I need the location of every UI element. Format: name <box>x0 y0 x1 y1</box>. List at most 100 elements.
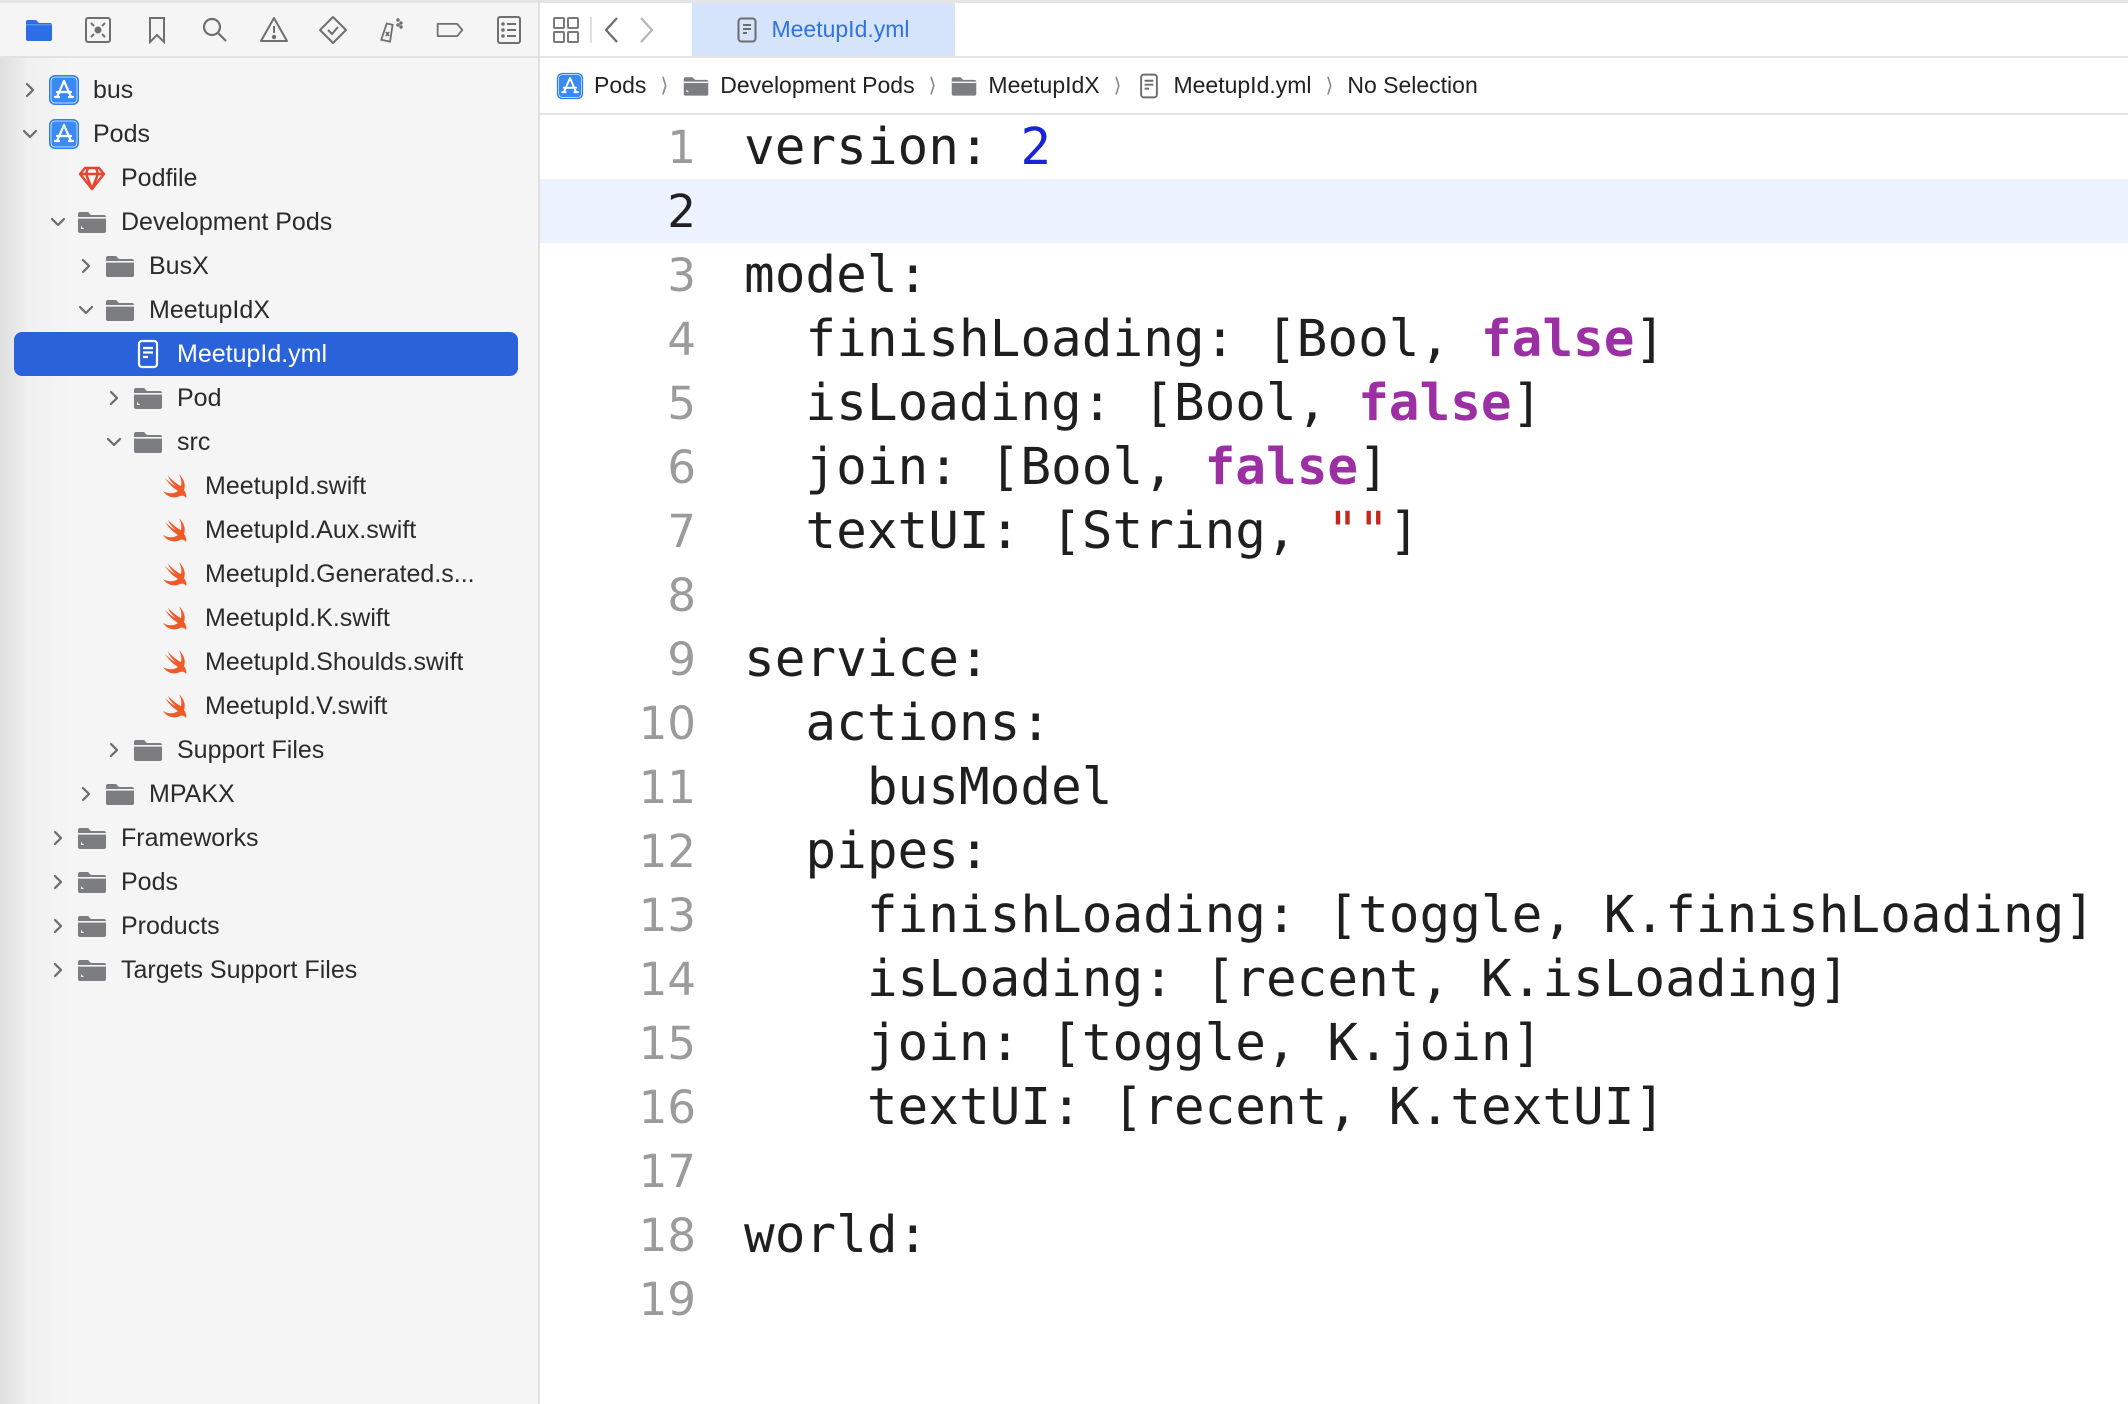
tree-item[interactable]: MPAKX <box>0 772 538 816</box>
tree-item[interactable]: MeetupId.V.swift <box>0 684 538 728</box>
code-line[interactable]: 17 <box>540 1139 2128 1203</box>
disclosure-collapsed-toggle[interactable] <box>48 872 68 892</box>
find-navigator-button[interactable] <box>186 5 245 55</box>
project-navigator-button[interactable] <box>10 5 69 55</box>
code-editor[interactable]: 1 version: 2 2 3 model: 4 finishLoading: [Boo… <box>540 115 2128 1331</box>
swift-icon <box>160 646 192 678</box>
breadcrumb-item[interactable]: Pods <box>556 72 646 100</box>
token: ] <box>1634 309 1666 369</box>
go-forward-button[interactable] <box>636 15 656 45</box>
line-number: 7 <box>667 504 696 558</box>
token: version: <box>744 117 1021 177</box>
go-back-button[interactable] <box>602 15 622 45</box>
breadcrumb-item[interactable]: No Selection <box>1347 72 1477 99</box>
line-number: 6 <box>667 440 696 494</box>
chevron-right-icon <box>81 786 91 802</box>
tree-item[interactable]: Pods <box>0 860 538 904</box>
line-number: 8 <box>667 568 696 622</box>
tree-item[interactable]: MeetupId.K.swift <box>0 596 538 640</box>
disclosure-expanded-toggle[interactable] <box>104 432 124 452</box>
tree-item[interactable]: Support Files <box>0 728 538 772</box>
breadcrumb-item[interactable]: Development Pods <box>682 72 915 100</box>
disclosure-collapsed-toggle[interactable] <box>48 828 68 848</box>
disclosure-collapsed-toggle[interactable] <box>48 960 68 980</box>
code-line[interactable]: 11 busModel <box>540 755 2128 819</box>
tab-meetupid-yml[interactable]: MeetupId.yml <box>692 3 955 56</box>
code-line[interactable]: 19 <box>540 1267 2128 1331</box>
tree-item[interactable]: MeetupId.yml <box>14 332 518 376</box>
disclosure-collapsed-toggle[interactable] <box>76 784 96 804</box>
tree-item[interactable]: bus <box>0 68 538 112</box>
tree-item[interactable]: Pod <box>0 376 538 420</box>
disclosure-collapsed-toggle[interactable] <box>20 80 40 100</box>
breadcrumb-label: Development Pods <box>720 72 915 98</box>
group-folder-icon <box>76 954 108 986</box>
disclosure-expanded-toggle[interactable] <box>48 212 68 232</box>
tree-item[interactable]: Pods <box>0 112 538 156</box>
code-line[interactable]: 3 model: <box>540 243 2128 307</box>
chevron-right-icon <box>53 874 63 890</box>
disclosure-collapsed-toggle[interactable] <box>104 388 124 408</box>
line-number: 13 <box>638 888 696 942</box>
code-line[interactable]: 18 world: <box>540 1203 2128 1267</box>
tree-item[interactable]: Frameworks <box>0 816 538 860</box>
breadcrumb-item[interactable]: MeetupIdX <box>950 72 1100 100</box>
debug-navigator-button[interactable] <box>362 5 421 55</box>
code-line[interactable]: 13 finishLoading: [toggle, K.finishLoadi… <box>540 883 2128 947</box>
folder-icon <box>132 426 164 458</box>
tree-item[interactable]: Podfile <box>0 156 538 200</box>
report-list-icon <box>496 15 521 44</box>
breadcrumb-separator-icon: ⟩ <box>928 75 937 97</box>
disclosure-collapsed-toggle[interactable] <box>48 916 68 936</box>
code-line[interactable]: 4 finishLoading: [Bool, false] <box>540 307 2128 371</box>
file-tree: bus Pods Podfile Development Pods BusX Meetup… <box>0 58 538 992</box>
warning-icon <box>260 16 289 42</box>
tree-item[interactable]: MeetupId.Aux.swift <box>0 508 538 552</box>
code-line[interactable]: 6 join: [Bool, false] <box>540 435 2128 499</box>
bookmark-navigator-button[interactable] <box>127 5 186 55</box>
tree-item[interactable]: Products <box>0 904 538 948</box>
report-navigator-button[interactable] <box>479 5 538 55</box>
code-text: model: <box>744 246 2128 305</box>
code-text: service: <box>744 630 2128 689</box>
disclosure-expanded-toggle[interactable] <box>76 300 96 320</box>
code-line[interactable]: 5 isLoading: [Bool, false] <box>540 371 2128 435</box>
code-line[interactable]: 9 service: <box>540 627 2128 691</box>
code-line[interactable]: 7 textUI: [String, ""] <box>540 499 2128 563</box>
tree-item-label: MeetupId.swift <box>205 471 367 500</box>
issue-navigator-button[interactable] <box>245 5 304 55</box>
code-line[interactable]: 16 textUI: [recent, K.textUI] <box>540 1075 2128 1139</box>
disclosure-collapsed-toggle[interactable] <box>104 740 124 760</box>
breadcrumb-label: MeetupIdX <box>988 72 1100 98</box>
related-items-button[interactable] <box>552 16 580 44</box>
code-line[interactable]: 12 pipes: <box>540 819 2128 883</box>
chevron-right-icon <box>53 830 63 846</box>
code-line[interactable]: 15 join: [toggle, K.join] <box>540 1011 2128 1075</box>
tree-item[interactable]: Development Pods <box>0 200 538 244</box>
breakpoint-navigator-button[interactable] <box>421 5 480 55</box>
code-line[interactable]: 8 <box>540 563 2128 627</box>
tree-item-label: Frameworks <box>121 823 259 852</box>
tree-item[interactable]: MeetupId.Shoulds.swift <box>0 640 538 684</box>
test-navigator-button[interactable] <box>303 5 362 55</box>
code-line[interactable]: 2 <box>540 179 2128 243</box>
tree-item-label: Pods <box>121 867 178 896</box>
source-control-navigator-button[interactable] <box>69 5 128 55</box>
tree-item[interactable]: src <box>0 420 538 464</box>
code-line[interactable]: 14 isLoading: [recent, K.isLoading] <box>540 947 2128 1011</box>
tree-item[interactable]: MeetupId.swift <box>0 464 538 508</box>
tree-item-label: MPAKX <box>149 779 235 808</box>
disclosure-collapsed-toggle[interactable] <box>76 256 96 276</box>
disclosure-expanded-toggle[interactable] <box>20 124 40 144</box>
tree-item[interactable]: MeetupId.Generated.s... <box>0 552 538 596</box>
tree-item[interactable]: MeetupIdX <box>0 288 538 332</box>
tree-item[interactable]: BusX <box>0 244 538 288</box>
group-folder-icon <box>76 866 108 898</box>
source-control-icon <box>85 16 111 43</box>
tree-item[interactable]: Targets Support Files <box>0 948 538 992</box>
breadcrumb-item[interactable]: MeetupId.yml <box>1135 72 1312 100</box>
code-line[interactable]: 1 version: 2 <box>540 115 2128 179</box>
document-icon <box>737 17 757 42</box>
code-line[interactable]: 10 actions: <box>540 691 2128 755</box>
